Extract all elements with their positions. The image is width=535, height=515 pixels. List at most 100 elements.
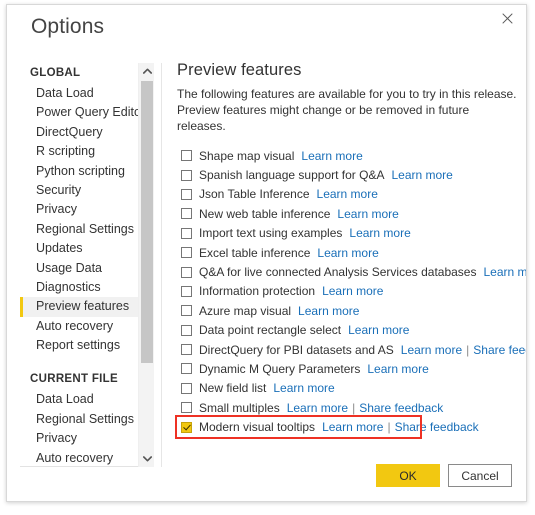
learn-more-link[interactable]: Learn more — [349, 226, 410, 240]
sidebar-item-directquery[interactable]: DirectQuery — [20, 123, 146, 142]
checkbox-dynamic-m-query-parameters[interactable] — [181, 363, 192, 375]
sidebar-item-report-settings[interactable]: Report settings — [20, 336, 146, 355]
dialog-title-bar: Options — [7, 5, 526, 53]
learn-more-link[interactable]: Learn more — [273, 381, 334, 395]
sidebar-item-auto-recovery[interactable]: Auto recovery — [20, 449, 146, 466]
feature-row: New field list Learn more — [177, 379, 518, 398]
learn-more-link[interactable]: Learn more — [317, 246, 378, 260]
chevron-up-icon[interactable] — [139, 63, 155, 79]
cancel-button[interactable]: Cancel — [448, 464, 512, 487]
share-feedback-link[interactable]: Share feedback — [395, 420, 479, 434]
feature-row: Modern visual tooltips Learn more | Share f… — [175, 415, 479, 440]
learn-more-link[interactable]: Learn more — [348, 323, 409, 337]
checkbox-json-table-inference[interactable] — [181, 188, 192, 200]
panel-divider — [161, 63, 162, 467]
feature-label: DirectQuery for PBI datasets and AS — [199, 342, 394, 357]
feature-list: Shape map visual Learn more Spanish langua… — [175, 146, 526, 440]
learn-more-link[interactable]: Learn more — [301, 149, 362, 163]
sidebar-item-power-query-editor[interactable]: Power Query Editor — [20, 103, 146, 122]
sidebar-item-updates[interactable]: Updates — [20, 239, 146, 258]
feature-row: New web table inference Learn more — [177, 204, 518, 223]
feature-row: Spanish language support for Q&A Learn mo… — [177, 165, 518, 184]
link-separator: | — [387, 420, 391, 435]
learn-more-link[interactable]: Learn more — [317, 187, 378, 201]
feature-label: Information protection — [199, 284, 316, 299]
sidebar-item-privacy[interactable]: Privacy — [20, 429, 146, 448]
learn-more-link[interactable]: Learn more — [322, 284, 383, 298]
sidebar-item-r-scripting[interactable]: R scripting — [20, 142, 146, 161]
feature-row: DirectQuery for PBI datasets and AS Learn… — [177, 340, 526, 359]
checkbox-spanish-language-support-for-q-a[interactable] — [181, 169, 192, 181]
share-feedback-link[interactable]: Share feedback — [359, 401, 443, 415]
feature-row: Q&A for live connected Analysis Services… — [177, 262, 526, 281]
feature-label: Data point rectangle select — [199, 323, 342, 338]
nav-group-header: CURRENT FILE — [30, 373, 118, 386]
learn-more-link[interactable]: Learn more — [367, 362, 428, 376]
learn-more-link[interactable]: Learn more — [322, 420, 383, 434]
sidebar-item-python-scripting[interactable]: Python scripting — [20, 162, 146, 181]
sidebar-item-regional-settings[interactable]: Regional Settings — [20, 220, 146, 239]
feature-row: Small multiples Learn more | Share feedback — [177, 398, 518, 417]
feature-row: Json Table Inference Learn more — [177, 185, 518, 204]
learn-more-link[interactable]: Learn more — [391, 168, 452, 182]
preview-features-panel: Preview features The following features … — [175, 61, 526, 441]
link-separator: | — [352, 400, 356, 415]
sidebar-item-diagnostics[interactable]: Diagnostics — [20, 278, 146, 297]
learn-more-link[interactable]: Learn more — [298, 304, 359, 318]
checkbox-import-text-using-examples[interactable] — [181, 227, 192, 239]
checkbox-modern-visual-tooltips[interactable] — [181, 421, 192, 433]
sidebar-scrollbar[interactable] — [138, 63, 154, 467]
feature-label: Json Table Inference — [199, 187, 310, 202]
sidebar-item-preview-features[interactable]: Preview features — [20, 297, 146, 318]
checkbox-q-a-for-live-connected-analysis-services-databases[interactable] — [181, 266, 192, 278]
page-title: Options — [31, 15, 105, 38]
feature-label: New web table inference — [199, 206, 331, 221]
learn-more-link[interactable]: Learn more — [337, 207, 398, 221]
feature-label: Small multiples — [199, 400, 280, 415]
sidebar-item-regional-settings[interactable]: Regional Settings — [20, 410, 146, 429]
checkbox-excel-table-inference[interactable] — [181, 247, 192, 259]
feature-row: Import text using examples Learn more — [177, 224, 518, 243]
sidebar-item-privacy[interactable]: Privacy — [20, 200, 146, 219]
learn-more-link[interactable]: Learn more — [287, 401, 348, 415]
learn-more-link[interactable]: Learn more — [483, 265, 526, 279]
checkbox-new-field-list[interactable] — [181, 382, 192, 394]
checkbox-directquery-for-pbi-datasets-and-as[interactable] — [181, 344, 192, 356]
feature-row: Information protection Learn more — [177, 282, 518, 301]
checkbox-new-web-table-inference[interactable] — [181, 208, 192, 220]
checkbox-azure-map-visual[interactable] — [181, 305, 192, 317]
learn-more-link[interactable]: Learn more — [401, 343, 462, 357]
feature-row: Dynamic M Query Parameters Learn more — [177, 359, 518, 378]
sidebar-item-security[interactable]: Security — [20, 181, 146, 200]
sidebar-item-usage-data[interactable]: Usage Data — [20, 259, 146, 278]
feature-label: Import text using examples — [199, 226, 343, 241]
checkbox-shape-map-visual[interactable] — [181, 150, 192, 162]
chevron-down-icon[interactable] — [139, 451, 155, 467]
panel-title: Preview features — [177, 61, 302, 79]
sidebar-item-data-load[interactable]: Data Load — [20, 84, 146, 103]
sidebar-nav: GLOBAL Data Load Power Query Editor DirectQ… — [20, 63, 146, 467]
sidebar-item-data-load[interactable]: Data Load — [20, 390, 146, 409]
nav-group-header: GLOBAL — [30, 67, 81, 79]
feature-label: Spanish language support for Q&A — [199, 168, 385, 183]
sidebar-scrollbar-thumb[interactable] — [141, 81, 153, 363]
checkbox-small-multiples[interactable] — [181, 402, 192, 414]
close-icon[interactable] — [494, 9, 520, 31]
feature-label: Shape map visual — [199, 148, 295, 163]
feature-row: Shape map visual Learn more — [177, 146, 518, 165]
feature-label: Excel table inference — [199, 245, 311, 260]
feature-row: Data point rectangle select Learn more — [177, 321, 518, 340]
share-feedback-link[interactable]: Share feedback — [473, 343, 526, 357]
checkbox-data-point-rectangle-select[interactable] — [181, 324, 192, 336]
dialog-footer: OK Cancel — [376, 464, 512, 487]
options-dialog: Options GLOBAL Data Load Power Query Edito… — [6, 4, 527, 502]
feature-label: Dynamic M Query Parameters — [199, 361, 361, 376]
feature-label: Modern visual tooltips — [199, 420, 316, 435]
checkbox-information-protection[interactable] — [181, 285, 192, 297]
ok-button[interactable]: OK — [376, 464, 440, 487]
feature-label: Q&A for live connected Analysis Services… — [199, 265, 477, 280]
panel-description: The following features are available for… — [177, 87, 517, 133]
sidebar-item-auto-recovery[interactable]: Auto recovery — [20, 317, 146, 336]
feature-label: New field list — [199, 381, 267, 396]
feature-row: Azure map visual Learn more — [177, 301, 518, 320]
